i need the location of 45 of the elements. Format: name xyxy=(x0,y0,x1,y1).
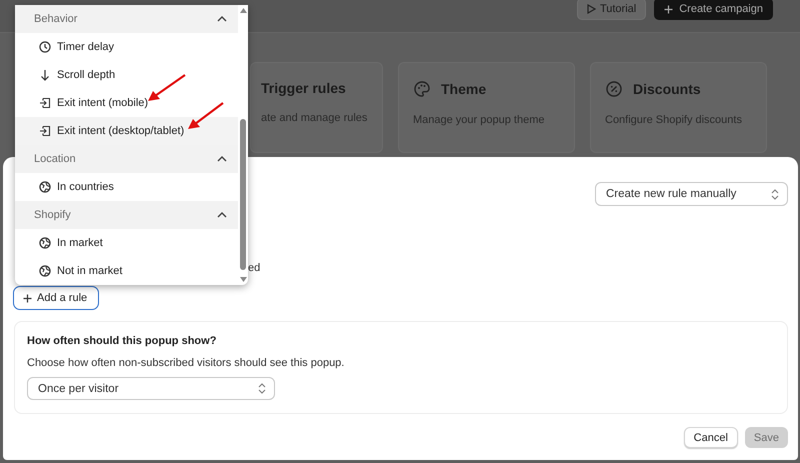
globe-icon xyxy=(39,237,51,249)
exit-icon xyxy=(39,125,51,137)
scroll-up-icon[interactable] xyxy=(240,8,246,13)
card-description: Manage your popup theme xyxy=(413,114,546,126)
play-icon xyxy=(586,4,596,14)
card-title: Theme xyxy=(441,81,486,97)
group-header[interactable]: Behavior xyxy=(15,5,238,33)
menu-item[interactable]: Exit intent (mobile) xyxy=(15,89,238,117)
card-title: Discounts xyxy=(633,81,701,97)
menu-item[interactable]: Exit intent (desktop/tablet) xyxy=(15,117,238,145)
sort-caret-icon xyxy=(771,188,779,200)
cancel-button[interactable]: Cancel xyxy=(684,427,738,448)
menu-item[interactable]: Scroll depth xyxy=(15,61,238,89)
plus-icon xyxy=(23,294,32,302)
discount-icon xyxy=(605,80,623,98)
exit-icon xyxy=(39,97,51,109)
arrow-down-icon xyxy=(39,69,51,81)
group-header[interactable]: Shopify xyxy=(15,201,238,229)
menu-item[interactable]: Timer delay xyxy=(15,33,238,61)
menu-item[interactable]: In market xyxy=(15,229,238,257)
plus-icon xyxy=(664,4,674,14)
card-title: Trigger rules xyxy=(261,80,346,96)
menu-item[interactable]: Not in market xyxy=(15,257,238,285)
frequency-heading: How often should this popup show? xyxy=(27,335,218,347)
menu-item[interactable]: In countries xyxy=(15,173,238,201)
add-rule-button[interactable]: Add a rule xyxy=(13,286,100,310)
chevron-icon xyxy=(217,16,227,22)
palette-icon xyxy=(413,80,431,98)
card-description: ate and manage rules xyxy=(261,112,368,124)
chevron-icon xyxy=(217,156,227,162)
group-header[interactable]: Location xyxy=(15,145,238,173)
sort-caret-icon xyxy=(258,383,266,394)
globe-icon xyxy=(39,181,51,193)
rule-source-select[interactable]: Create new rule manually xyxy=(595,182,788,206)
annotation-arrow xyxy=(147,74,187,102)
create-campaign-button[interactable]: Create campaign xyxy=(654,0,773,20)
chevron-icon xyxy=(217,212,227,218)
annotation-arrow xyxy=(187,102,225,130)
frequency-select[interactable]: Once per visitor xyxy=(27,377,275,400)
frequency-description: Choose how often non-subscribed visitors should see this popup. xyxy=(27,357,346,369)
rule-text: ed xyxy=(248,262,260,274)
card-description: Configure Shopify discounts xyxy=(605,114,743,126)
clock-icon xyxy=(39,41,51,53)
globe-icon xyxy=(39,265,51,277)
scroll-down-icon[interactable] xyxy=(240,277,246,282)
